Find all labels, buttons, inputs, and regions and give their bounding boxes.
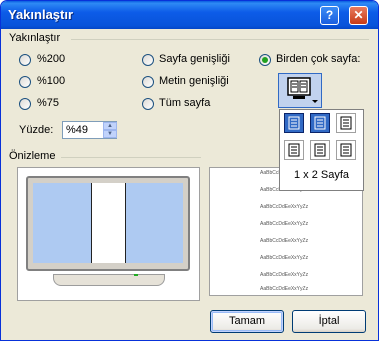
radio-100-label[interactable]: %100 <box>37 75 65 87</box>
preview-group-divider <box>61 157 201 158</box>
grid-cell[interactable] <box>310 140 330 160</box>
many-pages-button[interactable] <box>278 73 322 108</box>
grid-cell[interactable] <box>336 140 356 160</box>
sample-text: AaBbCcDdEeXxYyZz <box>260 286 309 292</box>
page-icon <box>288 143 300 157</box>
grid-cell[interactable] <box>284 113 304 133</box>
spin-up-button[interactable]: ▲ <box>103 122 117 130</box>
window-title: Yakınlaştır <box>8 7 74 22</box>
radio-75[interactable] <box>19 98 31 110</box>
percent-value: %49 <box>66 124 89 136</box>
ok-button[interactable]: Tamam <box>210 310 284 333</box>
grid-cell[interactable] <box>284 140 304 160</box>
radio-whole-page-label[interactable]: Tüm sayfa <box>159 97 210 109</box>
sample-text: AaBbCcDdEeXxYyZz <box>260 238 309 244</box>
preview-page <box>91 183 126 263</box>
monitor-stand <box>53 274 165 286</box>
percent-input[interactable]: %49 ▲ ▼ <box>62 121 117 139</box>
preview-group-label: Önizleme <box>9 150 56 162</box>
help-button[interactable]: ? <box>320 6 339 25</box>
radio-whole-page[interactable] <box>142 98 154 110</box>
page-icon <box>340 143 352 157</box>
radio-200[interactable] <box>19 54 31 66</box>
close-button[interactable]: ✕ <box>349 6 368 25</box>
grid-cell[interactable] <box>336 113 356 133</box>
sample-text: AaBbCcDdEeXxYyZz <box>260 221 309 227</box>
grid-selection-label: 1 x 2 Sayfa <box>293 169 350 181</box>
radio-100[interactable] <box>19 76 31 88</box>
page-icon <box>288 116 300 130</box>
title-bar[interactable]: Yakınlaştır ? ✕ <box>1 1 378 29</box>
radio-text-width-label[interactable]: Metin genişliği <box>159 75 229 87</box>
sample-text: AaBbCcDdEeXxYyZz <box>260 272 309 278</box>
monitor-led <box>134 274 138 276</box>
radio-many-pages-label[interactable]: Birden çok sayfa: <box>276 53 360 65</box>
radio-75-label[interactable]: %75 <box>37 97 59 109</box>
percent-label: Yüzde: <box>19 124 54 136</box>
radio-page-width[interactable] <box>142 54 154 66</box>
sample-text: AaBbCcDdEeXxYyZz <box>260 255 309 261</box>
zoom-group-label: Yakınlaştır <box>9 32 61 44</box>
sample-text: AaBbCcDdEeXxYyZz <box>260 204 309 210</box>
radio-page-width-label[interactable]: Sayfa genişliği <box>159 53 230 65</box>
cancel-button[interactable]: İptal <box>292 310 366 333</box>
spin-down-button[interactable]: ▼ <box>103 130 117 138</box>
grid-cell[interactable] <box>310 113 330 133</box>
monitor-screen <box>33 183 183 263</box>
page-icon <box>314 143 326 157</box>
dialog-body: Yakınlaştır %200 %100 %75 Sayfa genişliğ… <box>1 29 378 340</box>
radio-text-width[interactable] <box>142 76 154 88</box>
monitor-icon <box>26 176 190 271</box>
page-grid-popup: 1 x 2 Sayfa <box>279 109 364 191</box>
radio-many-pages[interactable] <box>259 54 271 66</box>
page-icon <box>340 116 352 130</box>
page-icon <box>314 116 326 130</box>
monitor-pages-icon <box>287 77 318 103</box>
radio-200-label[interactable]: %200 <box>37 53 65 65</box>
zoom-dialog: Yakınlaştır ? ✕ Yakınlaştır %200 %100 %7… <box>0 0 379 341</box>
monitor-preview <box>17 167 200 301</box>
zoom-group-divider <box>71 39 369 40</box>
